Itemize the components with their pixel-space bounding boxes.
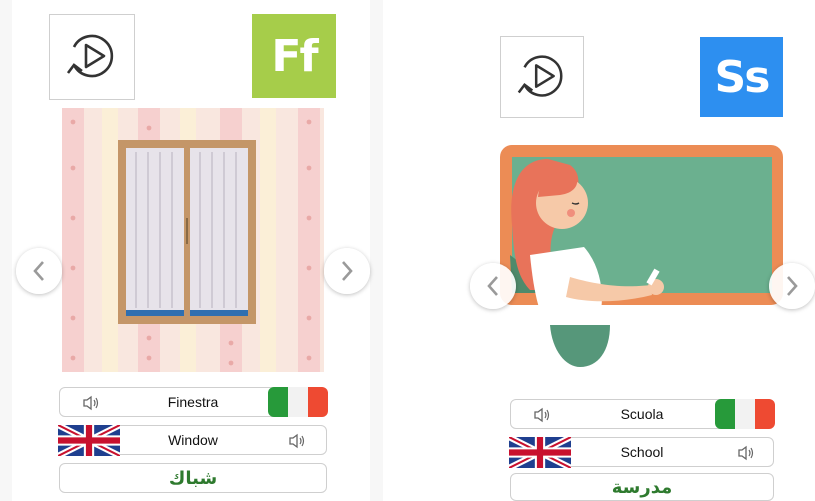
arabic-word-row[interactable]: مدرسة [510, 473, 774, 501]
replay-play-icon [66, 34, 114, 78]
arabic-word-row[interactable]: شباك [59, 463, 327, 493]
chevron-left-icon [487, 276, 498, 296]
chevron-right-icon [787, 276, 798, 296]
english-word: School [620, 444, 664, 460]
prev-arrow-button[interactable] [16, 248, 62, 294]
chevron-left-icon [33, 261, 44, 281]
prev-arrow-button[interactable] [470, 263, 516, 309]
next-arrow-button[interactable] [324, 248, 370, 294]
right-card: Ss Scuola School مدرسة [470, 0, 815, 501]
arabic-word: شباك [168, 467, 218, 489]
letter-tile: Ff [252, 14, 336, 98]
school-illustration [500, 145, 783, 367]
italy-flag-icon[interactable] [715, 399, 775, 429]
arabic-word: مدرسة [611, 476, 673, 498]
italian-word: Finestra [167, 394, 219, 410]
left-card: Ff Finestra Window شباك [12, 0, 370, 501]
uk-flag-icon[interactable] [509, 437, 571, 468]
window-illustration [62, 108, 324, 372]
letter-text: Ss [714, 51, 771, 103]
replay-play-icon [517, 55, 563, 97]
english-word: Window [168, 432, 218, 448]
uk-flag-icon[interactable] [58, 425, 120, 456]
letter-tile: Ss [700, 37, 783, 117]
chevron-right-icon [342, 261, 353, 281]
next-arrow-button[interactable] [769, 263, 815, 309]
italian-word: Scuola [620, 406, 664, 422]
replay-button[interactable] [49, 14, 135, 100]
replay-button[interactable] [500, 36, 584, 118]
letter-text: Ff [271, 30, 318, 82]
italy-flag-icon[interactable] [268, 387, 328, 417]
